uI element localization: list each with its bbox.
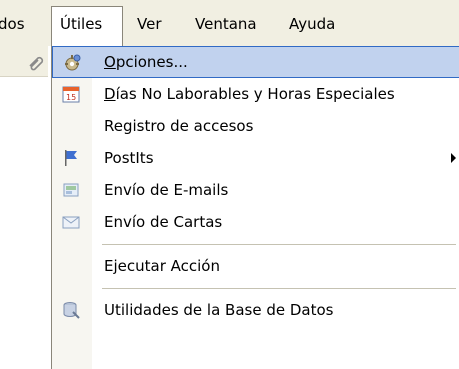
submenu-arrow-icon [451,153,456,163]
menu-ayuda[interactable]: Ayuda [289,12,335,36]
menu-ver[interactable]: Ver [137,12,162,36]
menu-separator [102,244,456,245]
menu-bar: dos Útiles Ver Ventana Ayuda [0,0,459,48]
calendar-icon: 15 [61,84,81,104]
utiles-dropdown-menu: Opciones... 15 Días No Laborables y Hora… [51,46,459,369]
menu-item-registro-accesos[interactable]: Registro de accesos [52,110,459,142]
menu-datos[interactable]: dos [0,12,25,36]
menu-item-postits[interactable]: PostIts [52,142,459,174]
menu-item-label: Envío de Cartas [104,213,223,231]
database-tools-icon [61,300,81,320]
menu-ventana[interactable]: Ventana [195,12,257,36]
menu-item-utilidades-bd[interactable]: Utilidades de la Base de Datos [52,294,459,326]
svg-text:15: 15 [66,93,76,102]
menu-item-label: Utilidades de la Base de Datos [104,301,334,319]
gear-icon [62,53,82,73]
menu-item-opciones[interactable]: Opciones... [52,46,459,78]
menu-item-label: Opciones... [104,53,188,71]
email-screen-icon [61,180,81,200]
menu-item-label: Registro de accesos [104,117,254,135]
paperclip-icon[interactable] [26,52,46,76]
menu-item-envio-emails[interactable]: Envío de E-mails [52,174,459,206]
menu-item-envio-cartas[interactable]: Envío de Cartas [52,206,459,238]
menu-separator [102,288,456,289]
menu-item-ejecutar-accion[interactable]: Ejecutar Acción [52,250,459,282]
menu-item-dias-no-laborables[interactable]: 15 Días No Laborables y Horas Especiales [52,78,459,110]
menu-item-label: Ejecutar Acción [104,257,220,275]
menu-item-label: Días No Laborables y Horas Especiales [104,85,395,103]
menu-utiles[interactable]: Útiles [60,12,102,36]
menu-item-label: PostIts [104,149,154,167]
envelope-icon [61,212,81,232]
flag-icon [61,148,81,168]
menu-item-label: Envío de E-mails [104,181,229,199]
